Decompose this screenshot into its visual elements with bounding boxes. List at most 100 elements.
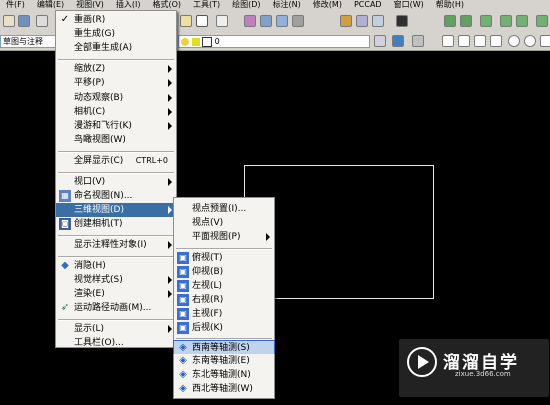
menu-item-back[interactable]: ▣ 后视(K) bbox=[174, 321, 274, 335]
front-view-icon: ▣ bbox=[177, 308, 189, 320]
redo-icon[interactable] bbox=[216, 15, 228, 27]
menu-item-bottom[interactable]: ▣ 仰视(B) bbox=[174, 265, 274, 279]
left-view-icon: ▣ bbox=[177, 280, 189, 292]
se-iso-icon: ◈ bbox=[179, 355, 187, 366]
menu-item-orbit[interactable]: 动态观察(B) bbox=[56, 91, 176, 105]
dim-continue-icon[interactable] bbox=[474, 35, 486, 47]
menu-separator bbox=[58, 151, 174, 153]
menu-draw[interactable]: 绘图(D) bbox=[226, 0, 266, 10]
menu-dimension[interactable]: 标注(N) bbox=[267, 0, 307, 10]
menu-item-create-camera[interactable]: ◙ 创建相机(T) bbox=[56, 217, 176, 231]
menu-pccad[interactable]: PCCAD bbox=[348, 0, 388, 10]
menu-item-pan[interactable]: 平移(P) bbox=[56, 76, 176, 90]
menu-item-fullscreen[interactable]: 全屏显示(C) CTRL+0 bbox=[56, 154, 176, 168]
zoom-realtime-icon[interactable] bbox=[260, 15, 272, 27]
submenu-arrow-icon bbox=[168, 241, 172, 249]
menu-item-3d-views[interactable]: 三维视图(D) bbox=[56, 203, 176, 217]
dim-arc-icon[interactable] bbox=[480, 15, 492, 27]
menu-item-annotative-objects[interactable]: 显示注释性对象(I) bbox=[56, 238, 176, 252]
menu-item-nw-isometric[interactable]: ◈ 西北等轴测(W) bbox=[174, 382, 274, 396]
back-view-icon: ▣ bbox=[177, 322, 189, 334]
undo-icon[interactable] bbox=[196, 15, 208, 27]
menu-item-regen[interactable]: 重生成(G) bbox=[56, 27, 176, 41]
menu-item-walk-fly[interactable]: 漫游和飞行(K) bbox=[56, 119, 176, 133]
right-view-icon: ▣ bbox=[177, 294, 189, 306]
menu-file[interactable]: 件(F) bbox=[0, 0, 31, 10]
menu-item-zoom[interactable]: 缩放(Z) bbox=[56, 62, 176, 76]
menu-item-redraw[interactable]: ✓ 重画(R) bbox=[56, 13, 176, 27]
menu-edit[interactable]: 编辑(E) bbox=[31, 0, 70, 10]
dim-aligned-icon[interactable] bbox=[460, 15, 472, 27]
menu-item-render[interactable]: 渲染(E) bbox=[56, 287, 176, 301]
menu-help[interactable]: 帮助(H) bbox=[430, 0, 470, 10]
hide-icon: ◆ bbox=[61, 260, 69, 271]
menu-item-display[interactable]: 显示(L) bbox=[56, 322, 176, 336]
dim-linear-icon[interactable] bbox=[444, 15, 456, 27]
dim-baseline-icon[interactable] bbox=[458, 35, 470, 47]
layer-state-icon[interactable] bbox=[392, 35, 404, 47]
check-icon: ✓ bbox=[60, 14, 70, 25]
submenu-arrow-icon bbox=[168, 276, 172, 284]
layer-previous-icon[interactable] bbox=[374, 35, 386, 47]
design-center-icon[interactable] bbox=[356, 15, 368, 27]
menu-item-se-isometric[interactable]: ◈ 东南等轴测(E) bbox=[174, 354, 274, 368]
menu-item-motion-path[interactable]: ➶ 运动路径动画(M)... bbox=[56, 301, 176, 315]
dim-linear2-icon[interactable] bbox=[442, 35, 454, 47]
submenu-arrow-icon bbox=[266, 233, 270, 241]
workspace-combo[interactable]: 草图与注释 bbox=[0, 35, 56, 48]
menu-item-camera[interactable]: 相机(C) bbox=[56, 105, 176, 119]
nw-iso-icon: ◈ bbox=[179, 383, 187, 394]
dim-radius2-icon[interactable] bbox=[524, 35, 536, 47]
menu-item-visual-styles[interactable]: 视觉样式(S) bbox=[56, 273, 176, 287]
menu-modify[interactable]: 修改(M) bbox=[307, 0, 348, 10]
menu-window[interactable]: 窗口(W) bbox=[388, 0, 430, 10]
menu-item-sw-isometric[interactable]: ◈ 西南等轴测(S) bbox=[173, 340, 275, 356]
menu-format[interactable]: 格式(O) bbox=[146, 0, 187, 10]
menu-item-front[interactable]: ▣ 主视(F) bbox=[174, 307, 274, 321]
layer-freeze-icon bbox=[191, 37, 200, 46]
named-view-icon: ▦ bbox=[59, 190, 71, 202]
submenu-arrow-icon bbox=[168, 79, 172, 87]
menu-tools[interactable]: 工具(T) bbox=[187, 0, 226, 10]
pan-icon[interactable] bbox=[244, 15, 256, 27]
dim-ordinate-icon[interactable] bbox=[500, 15, 512, 27]
print-icon[interactable] bbox=[36, 15, 48, 27]
menu-item-aerial-view[interactable]: 鸟瞰视图(W) bbox=[56, 133, 176, 147]
top-view-icon: ▣ bbox=[177, 252, 189, 264]
menu-item-top[interactable]: ▣ 俯视(T) bbox=[174, 251, 274, 265]
menu-item-toolbars[interactable]: 工具栏(O)... bbox=[56, 336, 176, 348]
bottom-view-icon: ▣ bbox=[177, 266, 189, 278]
layer-combo[interactable]: 0 bbox=[178, 35, 370, 48]
menu-item-vpoint[interactable]: 视点(V) bbox=[174, 216, 274, 230]
dim-circle-icon[interactable] bbox=[508, 35, 520, 47]
dim-diameter-icon[interactable] bbox=[536, 15, 548, 27]
properties-icon[interactable] bbox=[340, 15, 352, 27]
layer-name: 0 bbox=[214, 37, 220, 46]
3d-views-submenu-lower: ◈ 东南等轴测(E) ◈ 东北等轴测(N) ◈ 西北等轴测(W) bbox=[173, 354, 275, 399]
dim-more-icon[interactable] bbox=[540, 35, 550, 47]
dim-radius-icon[interactable] bbox=[516, 15, 528, 27]
menu-item-vpoint-presets[interactable]: 视点预置(I)... bbox=[174, 202, 274, 216]
menu-item-regen-all[interactable]: 全部重生成(A) bbox=[56, 41, 176, 55]
dim-angle-icon[interactable] bbox=[490, 35, 502, 47]
menu-item-left[interactable]: ▣ 左视(L) bbox=[174, 279, 274, 293]
menu-insert[interactable]: 插入(I) bbox=[110, 0, 147, 10]
open-icon[interactable] bbox=[3, 15, 15, 27]
menu-item-ne-isometric[interactable]: ◈ 东北等轴测(N) bbox=[174, 368, 274, 382]
menu-item-right[interactable]: ▣ 右视(R) bbox=[174, 293, 274, 307]
menu-item-named-views[interactable]: ▦ 命名视图(N)... bbox=[56, 189, 176, 203]
calculator-icon[interactable] bbox=[396, 15, 408, 27]
zoom-previous-icon[interactable] bbox=[292, 15, 304, 27]
submenu-arrow-icon bbox=[168, 108, 172, 116]
tool-palettes-icon[interactable] bbox=[372, 15, 384, 27]
menu-view[interactable]: 视图(V) bbox=[70, 0, 110, 10]
menu-item-viewports[interactable]: 视口(V) bbox=[56, 175, 176, 189]
menu-item-hide[interactable]: ◆ 消隐(H) bbox=[56, 259, 176, 273]
save-icon[interactable] bbox=[18, 15, 30, 27]
match-icon[interactable] bbox=[180, 15, 192, 27]
zoom-window-icon[interactable] bbox=[276, 15, 288, 27]
layer-iso-icon[interactable] bbox=[412, 35, 424, 47]
menu-item-plan-view[interactable]: 平面视图(P) bbox=[174, 230, 274, 244]
submenu-arrow-icon bbox=[168, 178, 172, 186]
camera-icon: ◙ bbox=[59, 218, 71, 230]
